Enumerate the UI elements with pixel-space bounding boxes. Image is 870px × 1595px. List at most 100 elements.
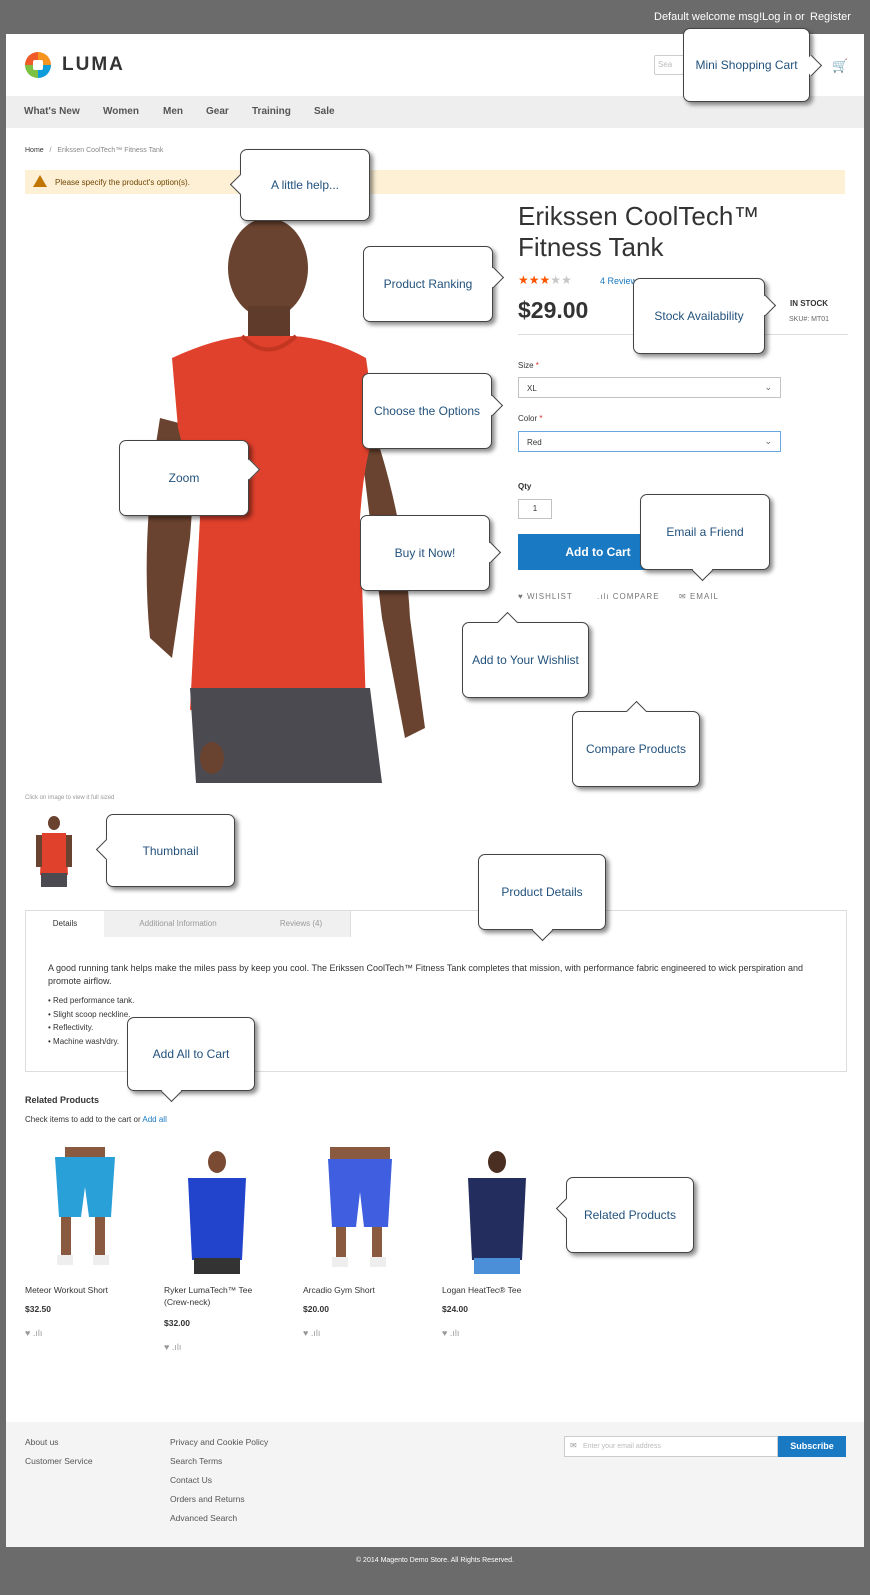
callout-add-all: Add All to Cart [127, 1017, 255, 1091]
size-value: XL [527, 384, 537, 393]
related-product-name[interactable]: Arcadio Gym Short [303, 1284, 423, 1296]
product-description: A good running tank helps make the miles… [48, 963, 804, 986]
related-product-image[interactable] [322, 1147, 397, 1275]
list-item: • Red performance tank. [48, 996, 135, 1005]
related-product-price: $20.00 [303, 1304, 329, 1314]
related-product-price: $24.00 [442, 1304, 468, 1314]
related-product-actions[interactable]: ♥ .ılı [164, 1342, 181, 1352]
qty-input[interactable]: 1 [518, 499, 552, 519]
nav-sale[interactable]: Sale [314, 106, 335, 117]
heart-icon: ♥ [518, 592, 524, 601]
callout-related: Related Products [566, 1177, 694, 1253]
callout-wishlist: Add to Your Wishlist [462, 622, 589, 698]
related-sub-text: Check items to add to the cart or [25, 1115, 141, 1124]
related-product-image[interactable] [460, 1150, 535, 1278]
email-link[interactable]: ✉ EMAIL [679, 592, 719, 601]
nav-training[interactable]: Training [252, 106, 291, 117]
size-select[interactable]: XL ⌄ [518, 377, 781, 398]
tab-reviews[interactable]: Reviews (4) [252, 911, 351, 937]
color-label-text: Color [518, 414, 538, 423]
product-sku: SKU#: MT01 [789, 316, 830, 323]
list-item: • Reflectivity. [48, 1023, 94, 1032]
related-product-actions[interactable]: ♥ .ılı [25, 1328, 42, 1338]
callout-email-friend: Email a Friend [640, 494, 770, 570]
size-label: Size * [518, 361, 539, 370]
related-product-actions[interactable]: ♥ .ılı [442, 1328, 459, 1338]
qty-label: Qty [518, 482, 532, 491]
footer-link-privacy[interactable]: Privacy and Cookie Policy [170, 1437, 268, 1447]
nav-men[interactable]: Men [163, 106, 183, 117]
related-product-image[interactable] [45, 1147, 125, 1275]
size-label-text: Size [518, 361, 534, 370]
breadcrumb: Home / Erikssen CoolTech™ Fitness Tank [25, 147, 163, 154]
breadcrumb-home[interactable]: Home [25, 147, 44, 154]
welcome-message: Default welcome msg! [654, 11, 763, 23]
callout-zoom: Zoom [119, 440, 249, 516]
breadcrumb-current: Erikssen CoolTech™ Fitness Tank [57, 147, 164, 154]
related-products-title: Related Products [25, 1095, 100, 1105]
related-product-name[interactable]: Ryker LumaTech™ Tee (Crew-neck) [164, 1284, 274, 1308]
right-frame [864, 0, 870, 1595]
tab-details[interactable]: Details [26, 911, 105, 937]
related-product-price: $32.50 [25, 1304, 51, 1314]
footer-link-about[interactable]: About us [25, 1437, 59, 1447]
alert-message: Please specify the product's option(s). [25, 170, 845, 194]
color-value: Red [527, 438, 542, 447]
warning-icon [33, 175, 47, 187]
register-link[interactable]: Register [810, 11, 851, 23]
logo-icon[interactable] [25, 52, 51, 78]
left-frame [0, 0, 6, 1595]
cart-icon[interactable]: 🛒 [832, 58, 848, 74]
footer-link-advanced-search[interactable]: Advanced Search [170, 1513, 237, 1523]
callout-thumbnail: Thumbnail [106, 814, 235, 887]
logo-text[interactable]: LUMA [62, 54, 125, 76]
wishlist-link[interactable]: ♥ WISHLIST [518, 592, 573, 601]
required-mark: * [539, 414, 543, 423]
nav-whats-new[interactable]: What's New [24, 106, 80, 117]
related-product-name[interactable]: Meteor Workout Short [25, 1284, 145, 1296]
related-products-subtitle: Check items to add to the cart or Add al… [25, 1115, 167, 1124]
list-item: • Machine wash/dry. [48, 1036, 120, 1046]
footer-link-orders-returns[interactable]: Orders and Returns [170, 1494, 245, 1504]
envelope-icon: ✉ [679, 592, 687, 601]
list-item: • Slight scoop neckline. [48, 1009, 131, 1019]
add-all-link[interactable]: Add all [142, 1115, 166, 1124]
footer-link-search-terms[interactable]: Search Terms [170, 1456, 222, 1466]
subscribe-button[interactable]: Subscribe [778, 1436, 846, 1457]
product-title: Erikssen CoolTech™ Fitness Tank [518, 201, 760, 262]
stock-status: IN STOCK [790, 299, 829, 308]
nav-gear[interactable]: Gear [206, 106, 229, 117]
image-caption: Click on image to view it full sized [25, 795, 115, 801]
footer-link-customer-service[interactable]: Customer Service [25, 1456, 93, 1466]
tab-additional-information[interactable]: Additional Information [104, 911, 253, 937]
search-input[interactable]: Sea [654, 55, 684, 75]
callout-ranking: Product Ranking [363, 246, 493, 322]
product-price: $29.00 [518, 297, 589, 323]
newsletter-placeholder: Enter your email address [583, 1443, 661, 1450]
compare-link[interactable]: .ılı COMPARE [597, 592, 660, 601]
product-thumbnail[interactable] [32, 815, 76, 891]
required-mark: * [535, 361, 539, 370]
star-icon: ★ [550, 273, 562, 287]
compare-icon: .ılı [597, 592, 610, 601]
star-icon: ★ [539, 273, 551, 287]
alert-text: Please specify the product's option(s). [55, 178, 190, 187]
related-product-image[interactable] [180, 1150, 255, 1278]
breadcrumb-separator: / [49, 147, 52, 154]
envelope-icon: ✉ [570, 1441, 577, 1450]
related-product-price: $32.00 [164, 1318, 190, 1328]
related-product-name[interactable]: Logan HeatTec® Tee [442, 1284, 562, 1296]
or-text: or [795, 11, 805, 23]
newsletter-email-input[interactable]: Enter your email address [564, 1436, 778, 1457]
wishlist-label: WISHLIST [526, 592, 573, 601]
callout-options: Choose the Options [362, 373, 492, 449]
related-product-actions[interactable]: ♥ .ılı [303, 1328, 320, 1338]
footer-link-contact[interactable]: Contact Us [170, 1475, 212, 1485]
callout-buy: Buy it Now! [360, 515, 490, 591]
callout-stock: Stock Availability [633, 278, 765, 354]
compare-label: COMPARE [612, 592, 660, 601]
color-select[interactable]: Red ⌄ [518, 431, 781, 452]
login-link[interactable]: Log in [762, 11, 792, 23]
copyright: © 2014 Magento Demo Store. All Rights Re… [6, 1547, 864, 1595]
nav-women[interactable]: Women [103, 106, 139, 117]
